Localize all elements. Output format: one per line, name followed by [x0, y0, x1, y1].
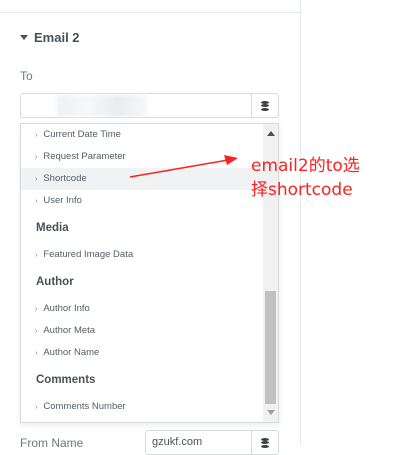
annotation-arrow — [129, 155, 238, 178]
annotation-line-2: 择shortcode — [251, 180, 353, 200]
annotation-line-1: email2的to选 — [251, 156, 360, 176]
annotation-note: email2的to选 择shortcode — [251, 154, 395, 202]
